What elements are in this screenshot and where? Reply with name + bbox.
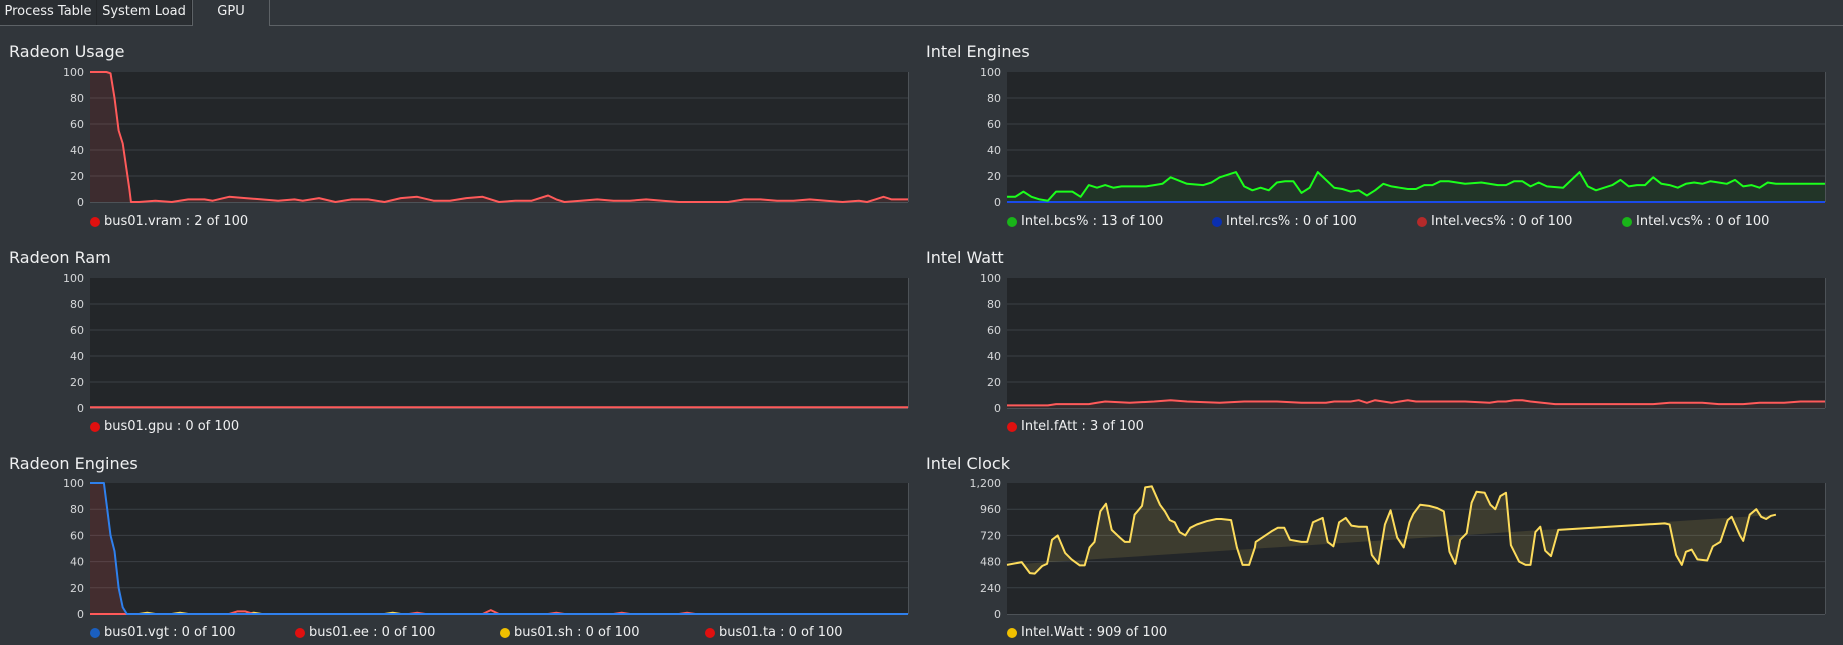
tab-gpu[interactable]: GPU — [192, 0, 270, 26]
y-tick-label: 80 — [70, 92, 84, 105]
legend-color-dot-icon — [705, 627, 715, 638]
legend-label: Intel.vecs% : 0 of 100 — [1431, 214, 1573, 229]
legend-item: bus01.vram : 2 of 100 — [90, 214, 248, 229]
legend-color-dot-icon — [1622, 216, 1632, 227]
legend-color-dot-icon — [500, 627, 510, 638]
y-tick-label: 80 — [70, 503, 84, 516]
y-tick-label: 720 — [980, 529, 1001, 542]
legend-item: bus01.ee : 0 of 100 — [295, 625, 435, 640]
y-tick-label: 0 — [77, 196, 84, 209]
legend-color-dot-icon — [90, 216, 100, 227]
y-tick-label: 480 — [980, 556, 1001, 569]
y-tick-label: 60 — [987, 324, 1001, 337]
y-tick-label: 0 — [77, 402, 84, 415]
y-tick-label: 20 — [70, 170, 84, 183]
radeon-usage-title: Radeon Usage — [9, 42, 125, 61]
legend-color-dot-icon — [1417, 216, 1427, 227]
legend-color-dot-icon — [90, 421, 100, 432]
plot-area — [90, 278, 908, 408]
y-tick-label: 20 — [70, 376, 84, 389]
plot-area — [90, 72, 908, 202]
y-tick-label: 100 — [63, 272, 84, 285]
plot-area — [1007, 72, 1825, 202]
y-tick-label: 80 — [987, 298, 1001, 311]
legend-label: bus01.vram : 2 of 100 — [104, 214, 249, 229]
legend-item: bus01.gpu : 0 of 100 — [90, 419, 239, 434]
legend-label: Intel.Watt : 909 of 100 — [1021, 625, 1168, 640]
intel-clock-title: Intel Clock — [926, 454, 1010, 473]
legend-color-dot-icon — [1007, 627, 1017, 638]
y-tick-label: 0 — [77, 608, 84, 621]
legend-label: bus01.ta : 0 of 100 — [719, 625, 843, 640]
tab-system-load[interactable]: System Load — [97, 0, 192, 25]
y-tick-label: 0 — [994, 196, 1001, 209]
legend-label: Intel.fAtt : 3 of 100 — [1021, 419, 1144, 434]
legend-item: Intel.Watt : 909 of 100 — [1007, 625, 1167, 640]
legend-item: bus01.sh : 0 of 100 — [500, 625, 639, 640]
y-tick-label: 100 — [63, 477, 84, 490]
y-tick-label: 100 — [980, 66, 1001, 79]
y-tick-label: 40 — [70, 144, 84, 157]
tab-process-table[interactable]: Process Table — [0, 0, 97, 25]
y-tick-label: 240 — [980, 582, 1001, 595]
legend-item: Intel.fAtt : 3 of 100 — [1007, 419, 1144, 434]
y-tick-label: 20 — [70, 582, 84, 595]
y-tick-label: 100 — [980, 272, 1001, 285]
y-tick-label: 100 — [63, 66, 84, 79]
y-tick-label: 40 — [987, 144, 1001, 157]
legend-item: Intel.rcs% : 0 of 100 — [1212, 214, 1357, 229]
legend-label: bus01.sh : 0 of 100 — [514, 625, 640, 640]
legend-color-dot-icon — [90, 627, 100, 638]
legend-label: bus01.vgt : 0 of 100 — [104, 625, 236, 640]
y-tick-label: 40 — [70, 556, 84, 569]
y-tick-label: 60 — [70, 529, 84, 542]
radeon-usage-chart: 0 20 40 60 80 100 — [63, 66, 909, 209]
intel-watt-title: Intel Watt — [926, 248, 1004, 267]
legend-item: bus01.ta : 0 of 100 — [705, 625, 843, 640]
intel-engines-title: Intel Engines — [926, 42, 1030, 61]
intel-watt-chart: 0 20 40 60 80 100 — [980, 272, 1826, 415]
legend-item: Intel.bcs% : 13 of 100 — [1007, 214, 1163, 229]
y-tick-label: 80 — [70, 298, 84, 311]
radeon-engines-title: Radeon Engines — [9, 454, 138, 473]
y-tick-label: 60 — [987, 118, 1001, 131]
y-tick-label: 40 — [987, 350, 1001, 363]
intel-clock-chart: 0 240 480 720 960 1,200 — [970, 477, 1826, 621]
legend-color-dot-icon — [1212, 216, 1222, 227]
plot-area — [1007, 278, 1825, 408]
legend-color-dot-icon — [1007, 421, 1017, 432]
legend-item: Intel.vecs% : 0 of 100 — [1417, 214, 1572, 229]
radeon-ram-title: Radeon Ram — [9, 248, 111, 267]
y-tick-label: 0 — [994, 402, 1001, 415]
intel-engines-chart: 0 20 40 60 80 100 — [980, 66, 1826, 209]
y-tick-label: 0 — [994, 608, 1001, 621]
legend-label: bus01.gpu : 0 of 100 — [104, 419, 240, 434]
y-tick-label: 1,200 — [970, 477, 1002, 490]
radeon-ram-chart: 0 20 40 60 80 100 — [63, 272, 909, 415]
radeon-engines-chart: 0 20 40 60 80 100 — [63, 477, 909, 621]
y-tick-label: 60 — [70, 118, 84, 131]
legend-label: Intel.rcs% : 0 of 100 — [1226, 214, 1357, 229]
legend-item: bus01.vgt : 0 of 100 — [90, 625, 236, 640]
plot-area — [90, 483, 908, 614]
legend-label: bus01.ee : 0 of 100 — [309, 625, 436, 640]
y-tick-label: 40 — [70, 350, 84, 363]
tab-bar: Process Table System Load GPU — [0, 0, 1843, 26]
legend-item: Intel.vcs% : 0 of 100 — [1622, 214, 1769, 229]
legend-color-dot-icon — [295, 627, 305, 638]
y-tick-label: 20 — [987, 376, 1001, 389]
y-tick-label: 60 — [70, 324, 84, 337]
legend-color-dot-icon — [1007, 216, 1017, 227]
y-tick-label: 80 — [987, 92, 1001, 105]
y-tick-label: 960 — [980, 503, 1001, 516]
legend-label: Intel.bcs% : 13 of 100 — [1021, 214, 1164, 229]
legend-label: Intel.vcs% : 0 of 100 — [1636, 214, 1770, 229]
y-tick-label: 20 — [987, 170, 1001, 183]
